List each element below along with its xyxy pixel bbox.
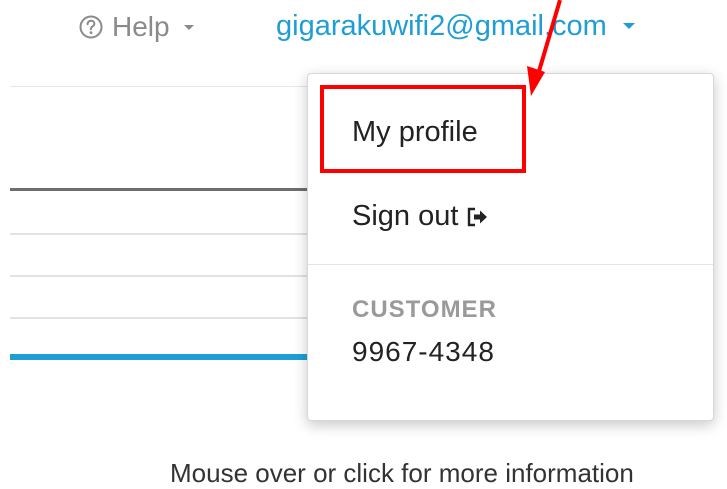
account-email: gigarakuwifi2@gmail.com bbox=[276, 9, 607, 42]
customer-label: CUSTOMER bbox=[352, 296, 497, 323]
menu-divider bbox=[308, 264, 713, 265]
help-label: Help bbox=[112, 11, 170, 42]
caret-down-icon bbox=[183, 25, 194, 30]
chart-gridline bbox=[10, 317, 310, 319]
chart-series-line bbox=[10, 354, 310, 360]
caret-down-icon bbox=[622, 23, 635, 29]
page-divider bbox=[10, 86, 310, 87]
hover-hint: Mouse over or click for more information bbox=[170, 458, 634, 488]
account-menu[interactable]: gigarakuwifi2@gmail.com bbox=[276, 8, 637, 44]
chart-gridline bbox=[10, 233, 310, 235]
customer-number: 9967-4348 bbox=[352, 336, 495, 367]
question-circle-icon bbox=[79, 15, 103, 39]
sign-out-menu-item[interactable]: Sign out bbox=[352, 200, 490, 233]
sign-out-label: Sign out bbox=[352, 200, 459, 232]
chart-gridline bbox=[10, 275, 310, 277]
highlight-box bbox=[320, 85, 526, 173]
help-menu[interactable]: Help bbox=[78, 10, 196, 44]
top-bar: Help gigarakuwifi2@gmail.com bbox=[0, 0, 727, 60]
sign-out-icon bbox=[468, 207, 488, 226]
chart-line bbox=[10, 188, 310, 191]
